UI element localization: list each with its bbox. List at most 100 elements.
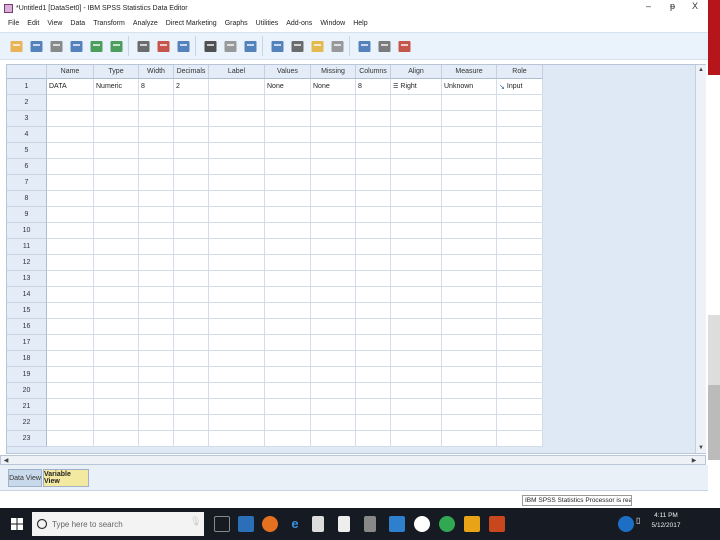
cell-columns[interactable] [356, 415, 391, 431]
cell-missing[interactable]: None [311, 79, 356, 95]
goto-case-icon[interactable] [135, 36, 152, 56]
menu-edit[interactable]: Edit [27, 20, 39, 27]
cell-decimals[interactable] [174, 207, 209, 223]
cell-align[interactable] [391, 223, 442, 239]
cell-align[interactable] [391, 287, 442, 303]
cell-width[interactable] [139, 223, 174, 239]
cell-label[interactable] [209, 287, 265, 303]
cell-align[interactable] [391, 111, 442, 127]
cell-columns[interactable] [356, 255, 391, 271]
column-header-name[interactable]: Name [47, 65, 94, 79]
open-icon[interactable] [8, 36, 25, 56]
cell-width[interactable] [139, 319, 174, 335]
cell-missing[interactable] [311, 175, 356, 191]
cell-align[interactable] [391, 239, 442, 255]
firefox-icon[interactable] [262, 516, 278, 532]
cell-decimals[interactable] [174, 223, 209, 239]
cell-decimals[interactable] [174, 335, 209, 351]
cell-type[interactable] [94, 287, 139, 303]
tab-variable-view[interactable]: Variable View [43, 469, 89, 487]
cell-decimals[interactable] [174, 287, 209, 303]
cell-name[interactable] [47, 223, 94, 239]
cell-width[interactable] [139, 351, 174, 367]
cell-label[interactable] [209, 95, 265, 111]
cell-width[interactable] [139, 303, 174, 319]
microphone-icon[interactable]: 🎙 [190, 516, 206, 532]
cell-values[interactable] [265, 239, 311, 255]
cell-role[interactable] [497, 351, 543, 367]
cell-values[interactable] [265, 271, 311, 287]
cell-values[interactable] [265, 175, 311, 191]
hp-icon[interactable] [414, 516, 430, 532]
cell-width[interactable] [139, 95, 174, 111]
cell-type[interactable] [94, 191, 139, 207]
goto-variable-icon[interactable] [155, 36, 172, 56]
cell-width[interactable] [139, 415, 174, 431]
tab-data-view[interactable]: Data View [8, 469, 42, 487]
cell-measure[interactable] [442, 255, 497, 271]
cell-measure[interactable] [442, 319, 497, 335]
store-icon[interactable] [312, 516, 324, 532]
cell-type[interactable] [94, 415, 139, 431]
cell-label[interactable] [209, 79, 265, 95]
cell-width[interactable] [139, 255, 174, 271]
cell-columns[interactable] [356, 223, 391, 239]
cell-name[interactable] [47, 271, 94, 287]
taskbar-search-box[interactable]: Type here to search [32, 512, 204, 536]
cell-columns[interactable] [356, 95, 391, 111]
cell-align[interactable]: ☰ Right [391, 79, 442, 95]
cell-role[interactable] [497, 239, 543, 255]
dialog-recall-icon[interactable] [68, 36, 85, 56]
cell-decimals[interactable] [174, 367, 209, 383]
use-sets-icon[interactable] [356, 36, 373, 56]
menu-analyze[interactable]: Analyze [133, 20, 158, 27]
cell-decimals[interactable] [174, 399, 209, 415]
cell-measure[interactable] [442, 431, 497, 447]
row-number[interactable]: 7 [7, 175, 47, 191]
windows-start-icon[interactable] [11, 518, 23, 530]
cell-values[interactable] [265, 367, 311, 383]
cell-values[interactable]: None [265, 79, 311, 95]
cell-values[interactable] [265, 415, 311, 431]
cell-missing[interactable] [311, 239, 356, 255]
cell-values[interactable] [265, 159, 311, 175]
cell-align[interactable] [391, 127, 442, 143]
horizontal-scrollbar[interactable]: ◀ ▶ [0, 455, 706, 465]
cell-label[interactable] [209, 143, 265, 159]
cell-missing[interactable] [311, 335, 356, 351]
cell-name[interactable] [47, 175, 94, 191]
cell-decimals[interactable] [174, 351, 209, 367]
cell-name[interactable] [47, 127, 94, 143]
cell-label[interactable] [209, 319, 265, 335]
menu-transform[interactable]: Transform [93, 20, 125, 27]
scroll-right-arrow-icon[interactable]: ▶ [689, 456, 699, 464]
cell-measure[interactable] [442, 207, 497, 223]
chrome-icon[interactable] [439, 516, 455, 532]
row-number[interactable]: 10 [7, 223, 47, 239]
menu-file[interactable]: File [8, 20, 19, 27]
cell-columns[interactable] [356, 271, 391, 287]
row-number[interactable]: 18 [7, 351, 47, 367]
cell-missing[interactable] [311, 207, 356, 223]
cell-columns[interactable] [356, 335, 391, 351]
scroll-up-arrow-icon[interactable]: ▲ [696, 65, 706, 75]
cell-missing[interactable] [311, 399, 356, 415]
cell-align[interactable] [391, 415, 442, 431]
cell-values[interactable] [265, 111, 311, 127]
cell-role[interactable] [497, 159, 543, 175]
cell-decimals[interactable] [174, 95, 209, 111]
cell-name[interactable] [47, 159, 94, 175]
cell-role[interactable] [497, 383, 543, 399]
cell-type[interactable] [94, 95, 139, 111]
cell-align[interactable] [391, 143, 442, 159]
cell-align[interactable] [391, 431, 442, 447]
cell-align[interactable] [391, 319, 442, 335]
cell-name[interactable] [47, 255, 94, 271]
cell-columns[interactable] [356, 319, 391, 335]
cell-label[interactable] [209, 367, 265, 383]
row-number[interactable]: 23 [7, 431, 47, 447]
cell-name[interactable]: DATA [47, 79, 94, 95]
row-number[interactable]: 1 [7, 79, 47, 95]
cell-width[interactable] [139, 239, 174, 255]
cell-role[interactable] [497, 95, 543, 111]
